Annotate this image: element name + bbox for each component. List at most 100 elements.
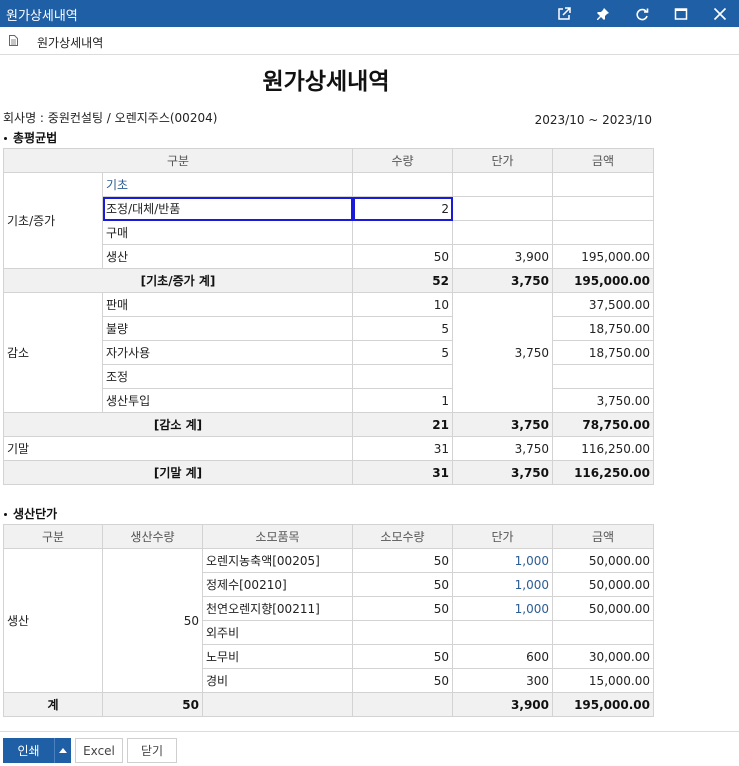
item-cell[interactable]: 정제수[00210] bbox=[202, 572, 353, 597]
amount-cell[interactable]: 50,000.00 bbox=[552, 572, 654, 597]
price-cell[interactable]: 3,900 bbox=[452, 244, 553, 269]
header-consume-qty: 소모수량 bbox=[352, 524, 453, 549]
header-item: 소모품목 bbox=[202, 524, 353, 549]
qty-cell[interactable]: 50 bbox=[352, 244, 453, 269]
qty-cell[interactable]: 31 bbox=[352, 436, 453, 461]
qty-cell[interactable]: 10 bbox=[352, 292, 453, 317]
amount-cell[interactable] bbox=[552, 620, 654, 645]
section-title-text: 총평균법 bbox=[13, 131, 58, 145]
external-link-icon[interactable] bbox=[544, 0, 583, 27]
table-header-row: 구분 수량 단가 금액 bbox=[3, 148, 654, 173]
print-button[interactable]: 인쇄 bbox=[3, 738, 54, 763]
row-label[interactable]: 생산투입 bbox=[102, 388, 353, 413]
amount-cell[interactable] bbox=[552, 220, 654, 245]
header-price: 단가 bbox=[452, 524, 553, 549]
qty-cell[interactable] bbox=[352, 620, 453, 645]
total-amount: 195,000.00 bbox=[552, 692, 654, 717]
refresh-icon[interactable] bbox=[622, 0, 661, 27]
prod-qty-cell[interactable]: 50 bbox=[102, 548, 203, 693]
subtotal-amount: 116,250.00 bbox=[552, 460, 654, 485]
qty-cell[interactable]: 50 bbox=[352, 596, 453, 621]
close-button[interactable]: 닫기 bbox=[127, 738, 177, 763]
qty-cell[interactable] bbox=[352, 220, 453, 245]
window-title: 원가상세내역 bbox=[6, 9, 78, 24]
table-header-row: 구분 생산수량 소모품목 소모수량 단가 금액 bbox=[3, 524, 654, 549]
report-period: 2023/10 ~ 2023/10 bbox=[534, 113, 652, 127]
production-cost-table: 구분 생산수량 소모품목 소모수량 단가 금액 생산 50 오렌지농축액[002… bbox=[3, 524, 654, 717]
document-icon bbox=[9, 35, 18, 46]
price-link[interactable]: 1,000 bbox=[452, 572, 553, 597]
subtotal-label: [기초/증가 계] bbox=[3, 268, 353, 293]
row-label[interactable]: 기초 bbox=[102, 172, 353, 197]
qty-cell[interactable] bbox=[352, 364, 453, 389]
qty-cell[interactable]: 5 bbox=[352, 340, 453, 365]
total-prod-qty: 50 bbox=[102, 692, 203, 717]
print-dropdown-button[interactable] bbox=[54, 738, 71, 763]
row-label-selected[interactable]: 조정/대체/반품 bbox=[102, 196, 353, 221]
row-label[interactable]: 판매 bbox=[102, 292, 353, 317]
amount-cell[interactable]: 50,000.00 bbox=[552, 548, 654, 573]
bullet-icon bbox=[4, 137, 7, 140]
row-label[interactable]: 자가사용 bbox=[102, 340, 353, 365]
amount-cell[interactable] bbox=[552, 172, 654, 197]
qty-cell-selected[interactable]: 2 bbox=[352, 196, 453, 221]
price-cell[interactable]: 600 bbox=[452, 644, 553, 669]
subtotal-label: [감소 계] bbox=[3, 412, 353, 437]
group-label-basic: 기초/증가 bbox=[3, 172, 103, 269]
price-link[interactable]: 1,000 bbox=[452, 596, 553, 621]
total-price: 3,900 bbox=[452, 692, 553, 717]
header-amount: 금액 bbox=[552, 524, 654, 549]
total-row: 계 50 3,900 195,000.00 bbox=[3, 692, 654, 717]
item-cell[interactable]: 경비 bbox=[202, 668, 353, 693]
amount-cell[interactable]: 18,750.00 bbox=[552, 316, 654, 341]
qty-cell[interactable] bbox=[352, 172, 453, 197]
row-label[interactable]: 조정 bbox=[102, 364, 353, 389]
item-cell[interactable]: 외주비 bbox=[202, 620, 353, 645]
amount-cell[interactable] bbox=[552, 196, 654, 221]
pin-icon[interactable] bbox=[583, 0, 622, 27]
row-label[interactable]: 생산 bbox=[102, 244, 353, 269]
price-cell[interactable] bbox=[452, 220, 553, 245]
close-icon[interactable] bbox=[700, 0, 739, 27]
table-row: 감소 판매 10 3,750 37,500.00 bbox=[3, 292, 654, 413]
qty-cell[interactable]: 50 bbox=[352, 668, 453, 693]
header-amount: 금액 bbox=[552, 148, 654, 173]
item-cell[interactable]: 오렌지농축액[00205] bbox=[202, 548, 353, 573]
group-label-ending: 기말 bbox=[3, 436, 353, 461]
maximize-icon[interactable] bbox=[661, 0, 700, 27]
caret-up-icon bbox=[59, 748, 67, 753]
amount-cell[interactable]: 18,750.00 bbox=[552, 340, 654, 365]
price-cell[interactable]: 3,750 bbox=[452, 436, 553, 461]
price-cell[interactable] bbox=[452, 196, 553, 221]
price-cell[interactable] bbox=[452, 620, 553, 645]
amount-cell[interactable]: 195,000.00 bbox=[552, 244, 654, 269]
tab-label[interactable]: 원가상세내역 bbox=[37, 34, 103, 51]
row-label[interactable]: 구매 bbox=[102, 220, 353, 245]
qty-cell[interactable]: 1 bbox=[352, 388, 453, 413]
qty-cell[interactable]: 5 bbox=[352, 316, 453, 341]
amount-cell[interactable]: 37,500.00 bbox=[552, 292, 654, 317]
average-cost-table: 구분 수량 단가 금액 기초/증가 기초 조정/대체/반품 2 구매 생산 50… bbox=[3, 148, 654, 485]
price-cell[interactable] bbox=[452, 172, 553, 197]
amount-cell[interactable] bbox=[552, 364, 654, 389]
price-cell-merged[interactable]: 3,750 bbox=[452, 292, 553, 413]
item-cell[interactable]: 노무비 bbox=[202, 644, 353, 669]
excel-button[interactable]: Excel bbox=[75, 738, 123, 763]
qty-cell[interactable]: 50 bbox=[352, 548, 453, 573]
amount-cell[interactable]: 15,000.00 bbox=[552, 668, 654, 693]
price-cell[interactable]: 300 bbox=[452, 668, 553, 693]
subtotal-price: 3,750 bbox=[452, 460, 553, 485]
section-title-production: 생산단가 bbox=[4, 505, 57, 522]
qty-cell[interactable]: 50 bbox=[352, 572, 453, 597]
item-cell[interactable]: 천연오렌지향[00211] bbox=[202, 596, 353, 621]
table-row: 생산 50 오렌지농축액[00205] 50 1,000 50,000.00 bbox=[3, 548, 654, 693]
price-link[interactable]: 1,000 bbox=[452, 548, 553, 573]
row-label[interactable]: 불량 bbox=[102, 316, 353, 341]
amount-cell[interactable]: 50,000.00 bbox=[552, 596, 654, 621]
amount-cell[interactable]: 3,750.00 bbox=[552, 388, 654, 413]
amount-cell[interactable]: 30,000.00 bbox=[552, 644, 654, 669]
amount-cell[interactable]: 116,250.00 bbox=[552, 436, 654, 461]
subtotal-row: [기초/증가 계] 52 3,750 195,000.00 bbox=[3, 268, 654, 293]
qty-cell[interactable]: 50 bbox=[352, 644, 453, 669]
table-row: 기초/증가 기초 bbox=[3, 172, 654, 269]
